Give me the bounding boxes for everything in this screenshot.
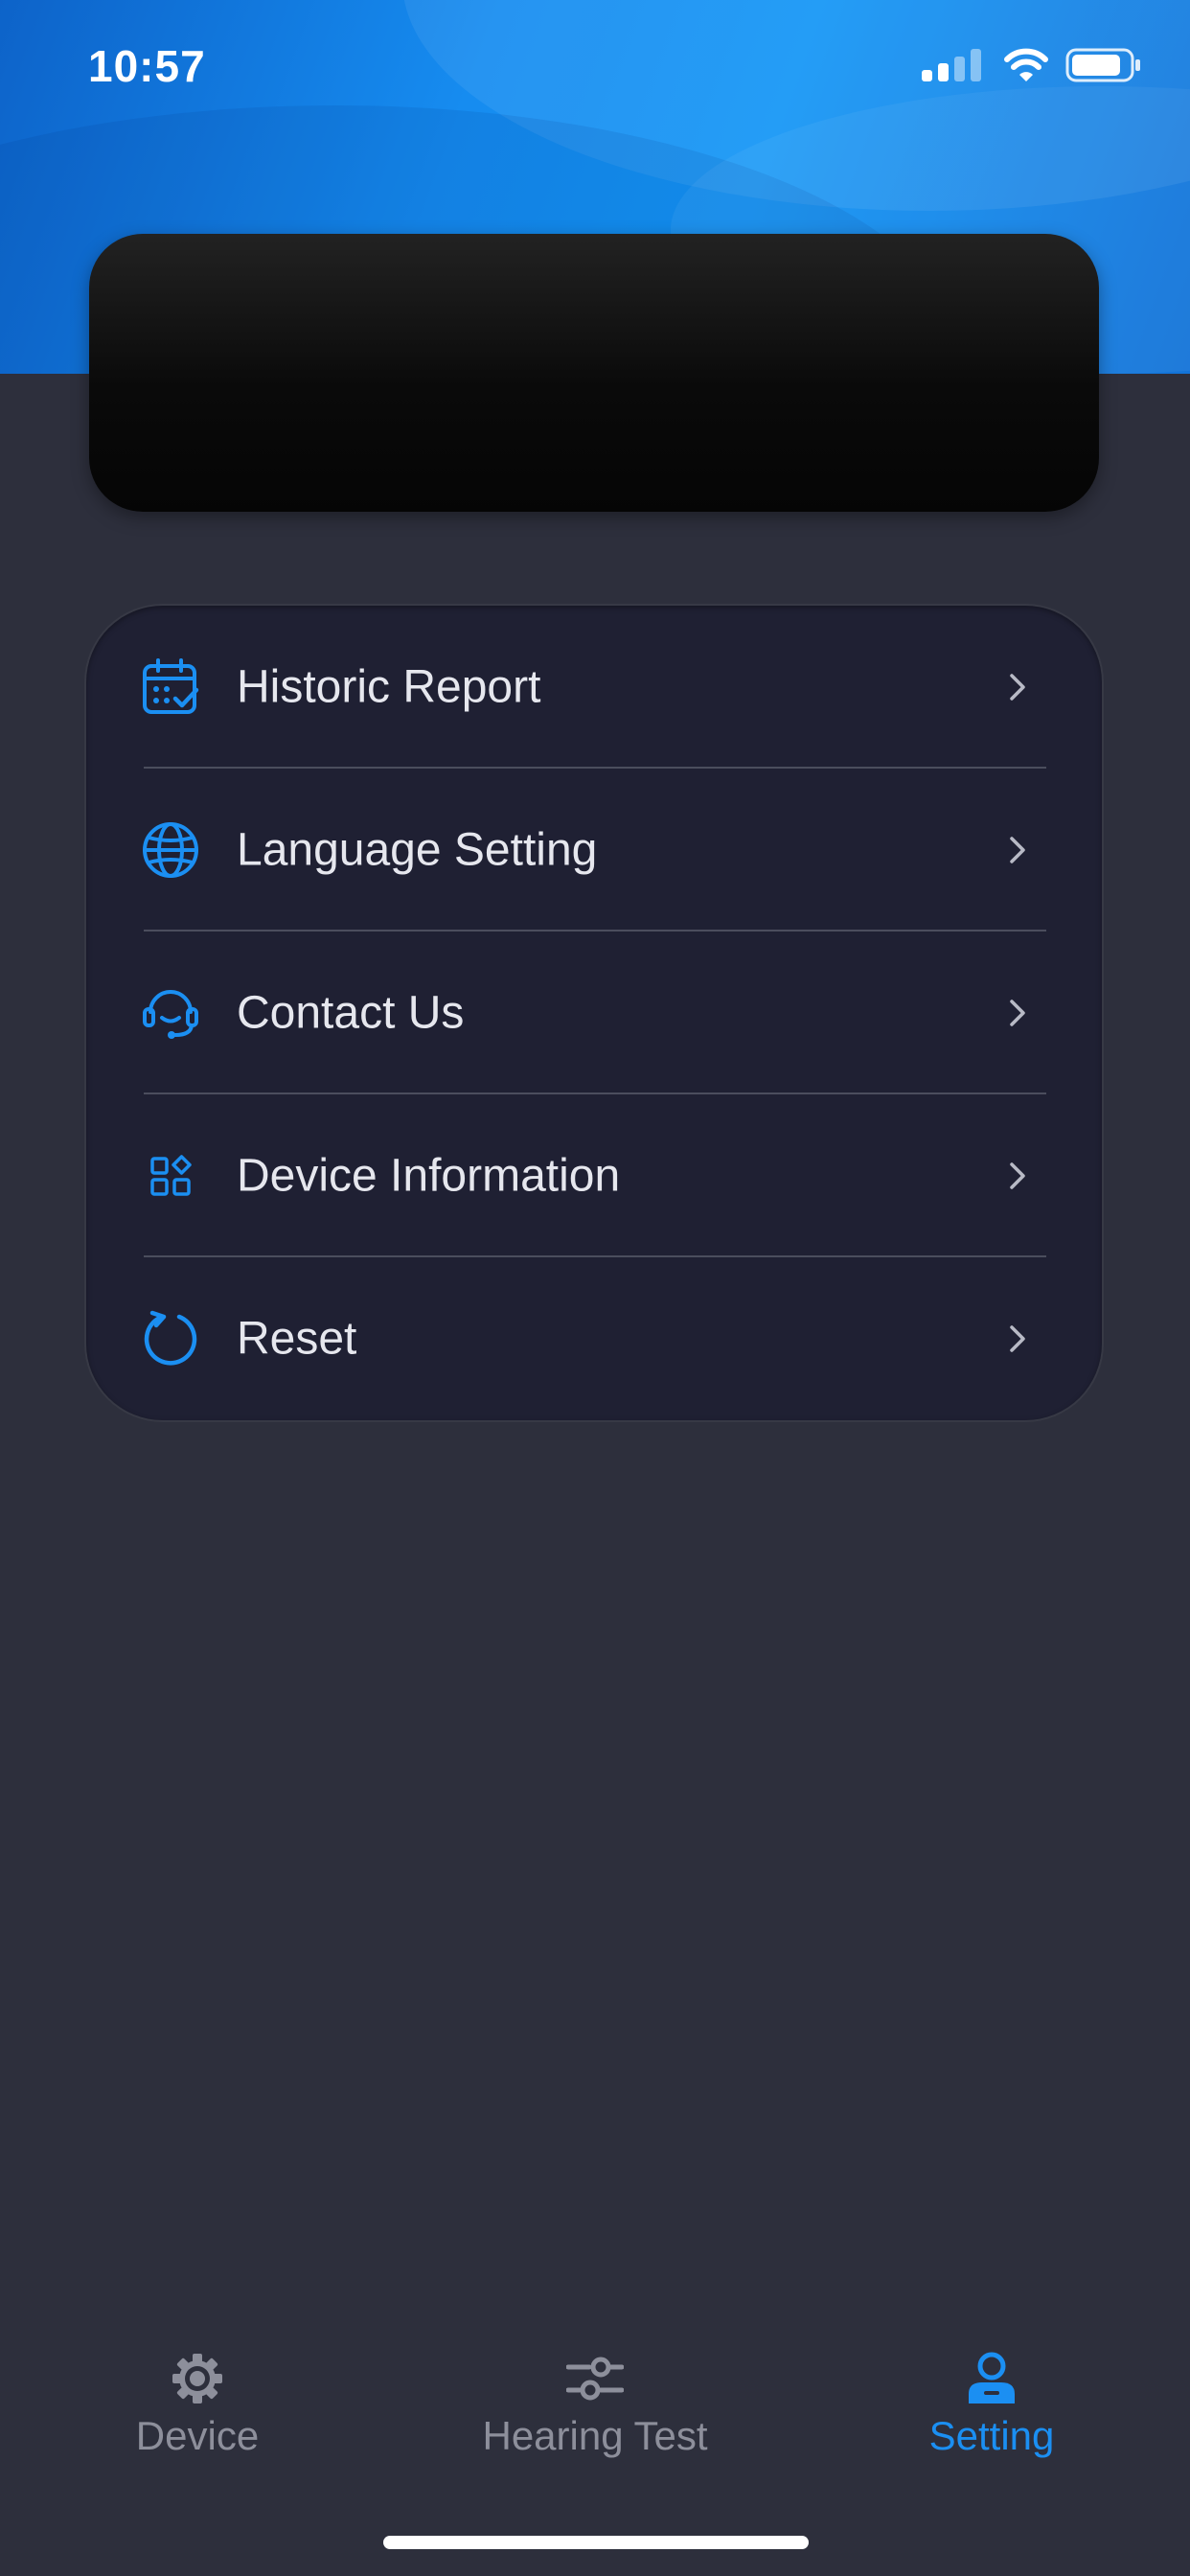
cellular-signal-icon xyxy=(922,49,981,81)
settings-screen: 10:57 Historic Report Language Setting C… xyxy=(0,0,1190,2576)
tab-hearing-test[interactable]: Hearing Test xyxy=(423,2329,767,2472)
tab-label: Setting xyxy=(928,2413,1055,2458)
sliders-icon xyxy=(566,2357,624,2401)
status-time: 10:57 xyxy=(88,41,206,91)
menu-item-language-setting[interactable]: Language Setting xyxy=(86,769,1102,932)
chevron-right-icon xyxy=(1010,1162,1025,1189)
home-indicator xyxy=(383,2536,809,2549)
menu-item-label: Language Setting xyxy=(237,824,598,876)
menu-item-label: Contact Us xyxy=(237,987,465,1039)
menu-item-device-information[interactable]: Device Information xyxy=(86,1094,1102,1257)
menu-item-reset[interactable]: Reset xyxy=(86,1257,1102,1420)
reset-icon xyxy=(140,1308,201,1369)
globe-icon xyxy=(140,819,201,881)
menu-item-contact-us[interactable]: Contact Us xyxy=(86,932,1102,1094)
wifi-icon xyxy=(1004,48,1048,81)
menu-item-label: Historic Report xyxy=(237,661,541,713)
tab-setting[interactable]: Setting xyxy=(819,2329,1164,2472)
profile-card[interactable] xyxy=(89,234,1099,512)
settings-menu: Historic Report Language Setting Contact… xyxy=(86,606,1102,1420)
chevron-right-icon xyxy=(1010,1000,1025,1026)
menu-item-label: Reset xyxy=(237,1313,357,1365)
headset-icon xyxy=(140,982,201,1044)
chevron-right-icon xyxy=(1010,1325,1025,1352)
menu-item-historic-report[interactable]: Historic Report xyxy=(86,606,1102,769)
chevron-right-icon xyxy=(1010,674,1025,701)
apps-grid-icon xyxy=(140,1145,201,1207)
battery-icon xyxy=(1065,48,1140,82)
tab-label: Device xyxy=(135,2413,260,2458)
tab-device[interactable]: Device xyxy=(25,2329,370,2472)
gear-icon xyxy=(172,2354,222,2404)
calendar-check-icon xyxy=(140,656,201,718)
tab-label: Hearing Test xyxy=(482,2413,708,2458)
chevron-right-icon xyxy=(1010,837,1025,863)
tab-bar: Device Hearing Test Setting xyxy=(0,2329,1190,2482)
status-icons xyxy=(920,48,1142,82)
user-icon xyxy=(969,2352,1015,2404)
menu-item-label: Device Information xyxy=(237,1150,621,1202)
